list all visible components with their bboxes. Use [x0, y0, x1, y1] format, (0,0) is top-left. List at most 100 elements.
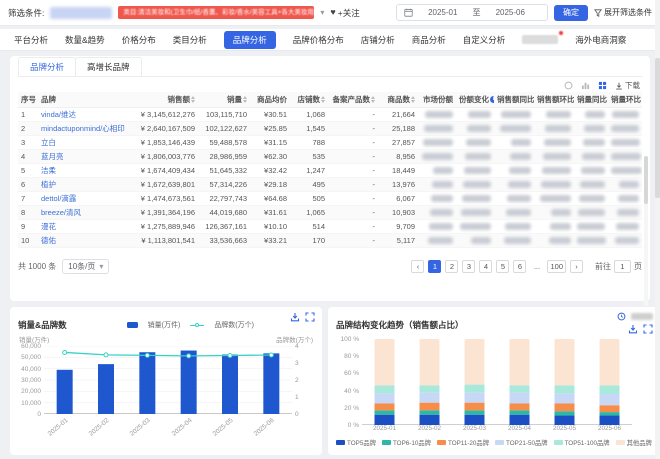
cell-redacted [456, 205, 494, 219]
redacted-value [611, 139, 640, 146]
brand-link[interactable]: 洁柔 [41, 166, 56, 175]
line-point-2025-03 [145, 353, 149, 357]
legend-swatch [437, 440, 446, 445]
nav-tab-4[interactable]: 类目分析 [173, 34, 207, 46]
cell-redacted [534, 219, 574, 233]
col-header-7[interactable]: 备案产品数 [328, 92, 378, 107]
confirm-button[interactable]: 确定 [554, 5, 588, 21]
nav-tab-6[interactable]: 品牌价格分布 [293, 34, 344, 46]
page-button-1[interactable]: 1 [428, 260, 441, 273]
legend-item[interactable]: TOP11-20品牌 [437, 438, 489, 447]
nav-tab-8[interactable]: 商品分析 [412, 34, 446, 46]
cell-avg_price: ¥25.85 [250, 121, 290, 135]
redacted-value [619, 181, 639, 188]
col-header-3[interactable]: 销售额 [126, 92, 198, 107]
col-header-4[interactable]: 销量 [198, 92, 250, 107]
legend-item[interactable]: 其他品牌 [616, 438, 652, 447]
brand-link[interactable]: 德佑 [41, 236, 56, 245]
chart-download-icon[interactable] [290, 312, 300, 322]
fullscreen-icon[interactable] [305, 312, 315, 322]
page-button-5[interactable]: 5 [496, 260, 509, 273]
date-range-picker[interactable]: 2025-01 至 2025-06 [396, 4, 548, 21]
brand-link[interactable]: 漫花 [41, 222, 56, 231]
sort-icon[interactable] [191, 96, 195, 103]
page-button-3[interactable]: 3 [462, 260, 475, 273]
page-size-select[interactable]: 10条/页 ▾ [62, 259, 109, 274]
sub-tab-1[interactable]: 品牌分析 [18, 57, 76, 76]
brand-link[interactable]: dettol/滴露 [41, 194, 76, 203]
bar-chart-icon[interactable] [581, 81, 590, 90]
table-scrollbar-thumb[interactable] [644, 156, 648, 204]
legend-item[interactable]: TOP51-100品牌 [554, 438, 610, 447]
filter-summary-tag[interactable]: 类目:清洁美妆和(卫生巾/纸/香薰、彩妆/香水/美容工具+各大美妆用品+香水、家… [118, 6, 314, 19]
nav-tab-10[interactable] [522, 35, 558, 44]
nav-tab-7[interactable]: 店铺分析 [361, 34, 395, 46]
col-header-6[interactable]: 店铺数 [290, 92, 328, 107]
refresh-icon[interactable] [564, 81, 573, 90]
page-scrollbar-thumb[interactable] [655, 58, 660, 198]
cell-products: 13,976 [378, 177, 418, 191]
fullscreen-icon[interactable] [643, 324, 653, 334]
legend-item[interactable]: TOP5品牌 [336, 438, 376, 447]
chart-download-icon[interactable] [628, 324, 638, 334]
chevron-down-icon[interactable]: ▾ [320, 8, 324, 17]
date-start[interactable]: 2025-01 [413, 8, 473, 17]
legend-item[interactable]: TOP21-50品牌 [495, 438, 548, 447]
nav-tab-3[interactable]: 价格分布 [122, 34, 156, 46]
sub-tab-2[interactable]: 高增长品牌 [75, 57, 142, 76]
follow-button[interactable]: ♥ +关注 [330, 7, 359, 19]
cell-rank: 1 [18, 107, 38, 121]
bar-legend-label[interactable]: 销量(万件) [148, 320, 181, 330]
page-button-2[interactable]: 2 [445, 260, 458, 273]
legend-label: TOP11-20品牌 [448, 438, 489, 447]
x-label: 2025-01 [40, 417, 69, 443]
grid-view-icon[interactable] [598, 81, 607, 90]
page-button-100[interactable]: 100 [547, 260, 566, 273]
cell-volume: 33,536,663 [198, 233, 250, 247]
nav-tab-11[interactable]: 海外电商洞察 [575, 34, 626, 46]
nav-tab-9[interactable]: 自定义分析 [463, 34, 506, 46]
nav-tab-1[interactable]: 平台分析 [14, 34, 48, 46]
info-icon[interactable]: i [490, 96, 494, 103]
prev-page-button[interactable]: ‹ [411, 260, 424, 273]
sort-icon[interactable] [411, 96, 415, 103]
next-page-button[interactable]: › [570, 260, 583, 273]
legend-item[interactable]: TOP6-10品牌 [382, 438, 431, 447]
brand-link[interactable]: 蓝月亮 [41, 152, 64, 161]
cell-redacted [418, 121, 456, 135]
cell-shops: 514 [290, 219, 328, 233]
left-tick: 60,000 [21, 343, 41, 350]
sort-icon[interactable] [243, 96, 247, 103]
clock-icon[interactable] [617, 312, 626, 321]
sort-icon[interactable] [371, 96, 375, 103]
nav-tab-2[interactable]: 数量&趋势 [65, 34, 105, 46]
brand-link[interactable]: 立白 [41, 138, 56, 147]
stack-segment-TOP21-50品牌 [465, 392, 485, 402]
date-end[interactable]: 2025-06 [481, 8, 541, 17]
redacted-value [550, 223, 571, 230]
cell-products: 10,903 [378, 205, 418, 219]
brand-link[interactable]: breeze/清风 [41, 208, 81, 217]
page-button-4[interactable]: 4 [479, 260, 492, 273]
page-button-6[interactable]: 6 [513, 260, 526, 273]
redacted-value [464, 167, 491, 174]
download-button[interactable]: 下载 [615, 80, 640, 91]
brand-link[interactable]: 植护 [41, 180, 56, 189]
line-legend-marker [190, 322, 204, 328]
nav-tab-5[interactable]: 品牌分析 [224, 31, 276, 49]
cell-brand: dettol/滴露 [38, 191, 126, 205]
line-legend-label[interactable]: 品牌数(万个) [214, 320, 254, 330]
redacted-filter-value[interactable] [50, 7, 112, 19]
cell-redacted [456, 135, 494, 149]
col-header-8[interactable]: 商品数 [378, 92, 418, 107]
table-scrollbar[interactable] [644, 156, 648, 306]
cell-filed: - [328, 135, 378, 149]
brand-link[interactable]: vinda/维达 [41, 110, 76, 119]
redacted-value [425, 111, 453, 118]
expand-filters-link[interactable]: 展开筛选条件 [594, 7, 652, 18]
sort-icon[interactable] [321, 96, 325, 103]
stack-segment-TOP51-100品牌 [555, 385, 575, 393]
page-scrollbar[interactable] [655, 0, 660, 459]
brand-link[interactable]: mindactuponmind/心相印 [41, 124, 125, 133]
goto-page-input[interactable] [614, 260, 631, 273]
